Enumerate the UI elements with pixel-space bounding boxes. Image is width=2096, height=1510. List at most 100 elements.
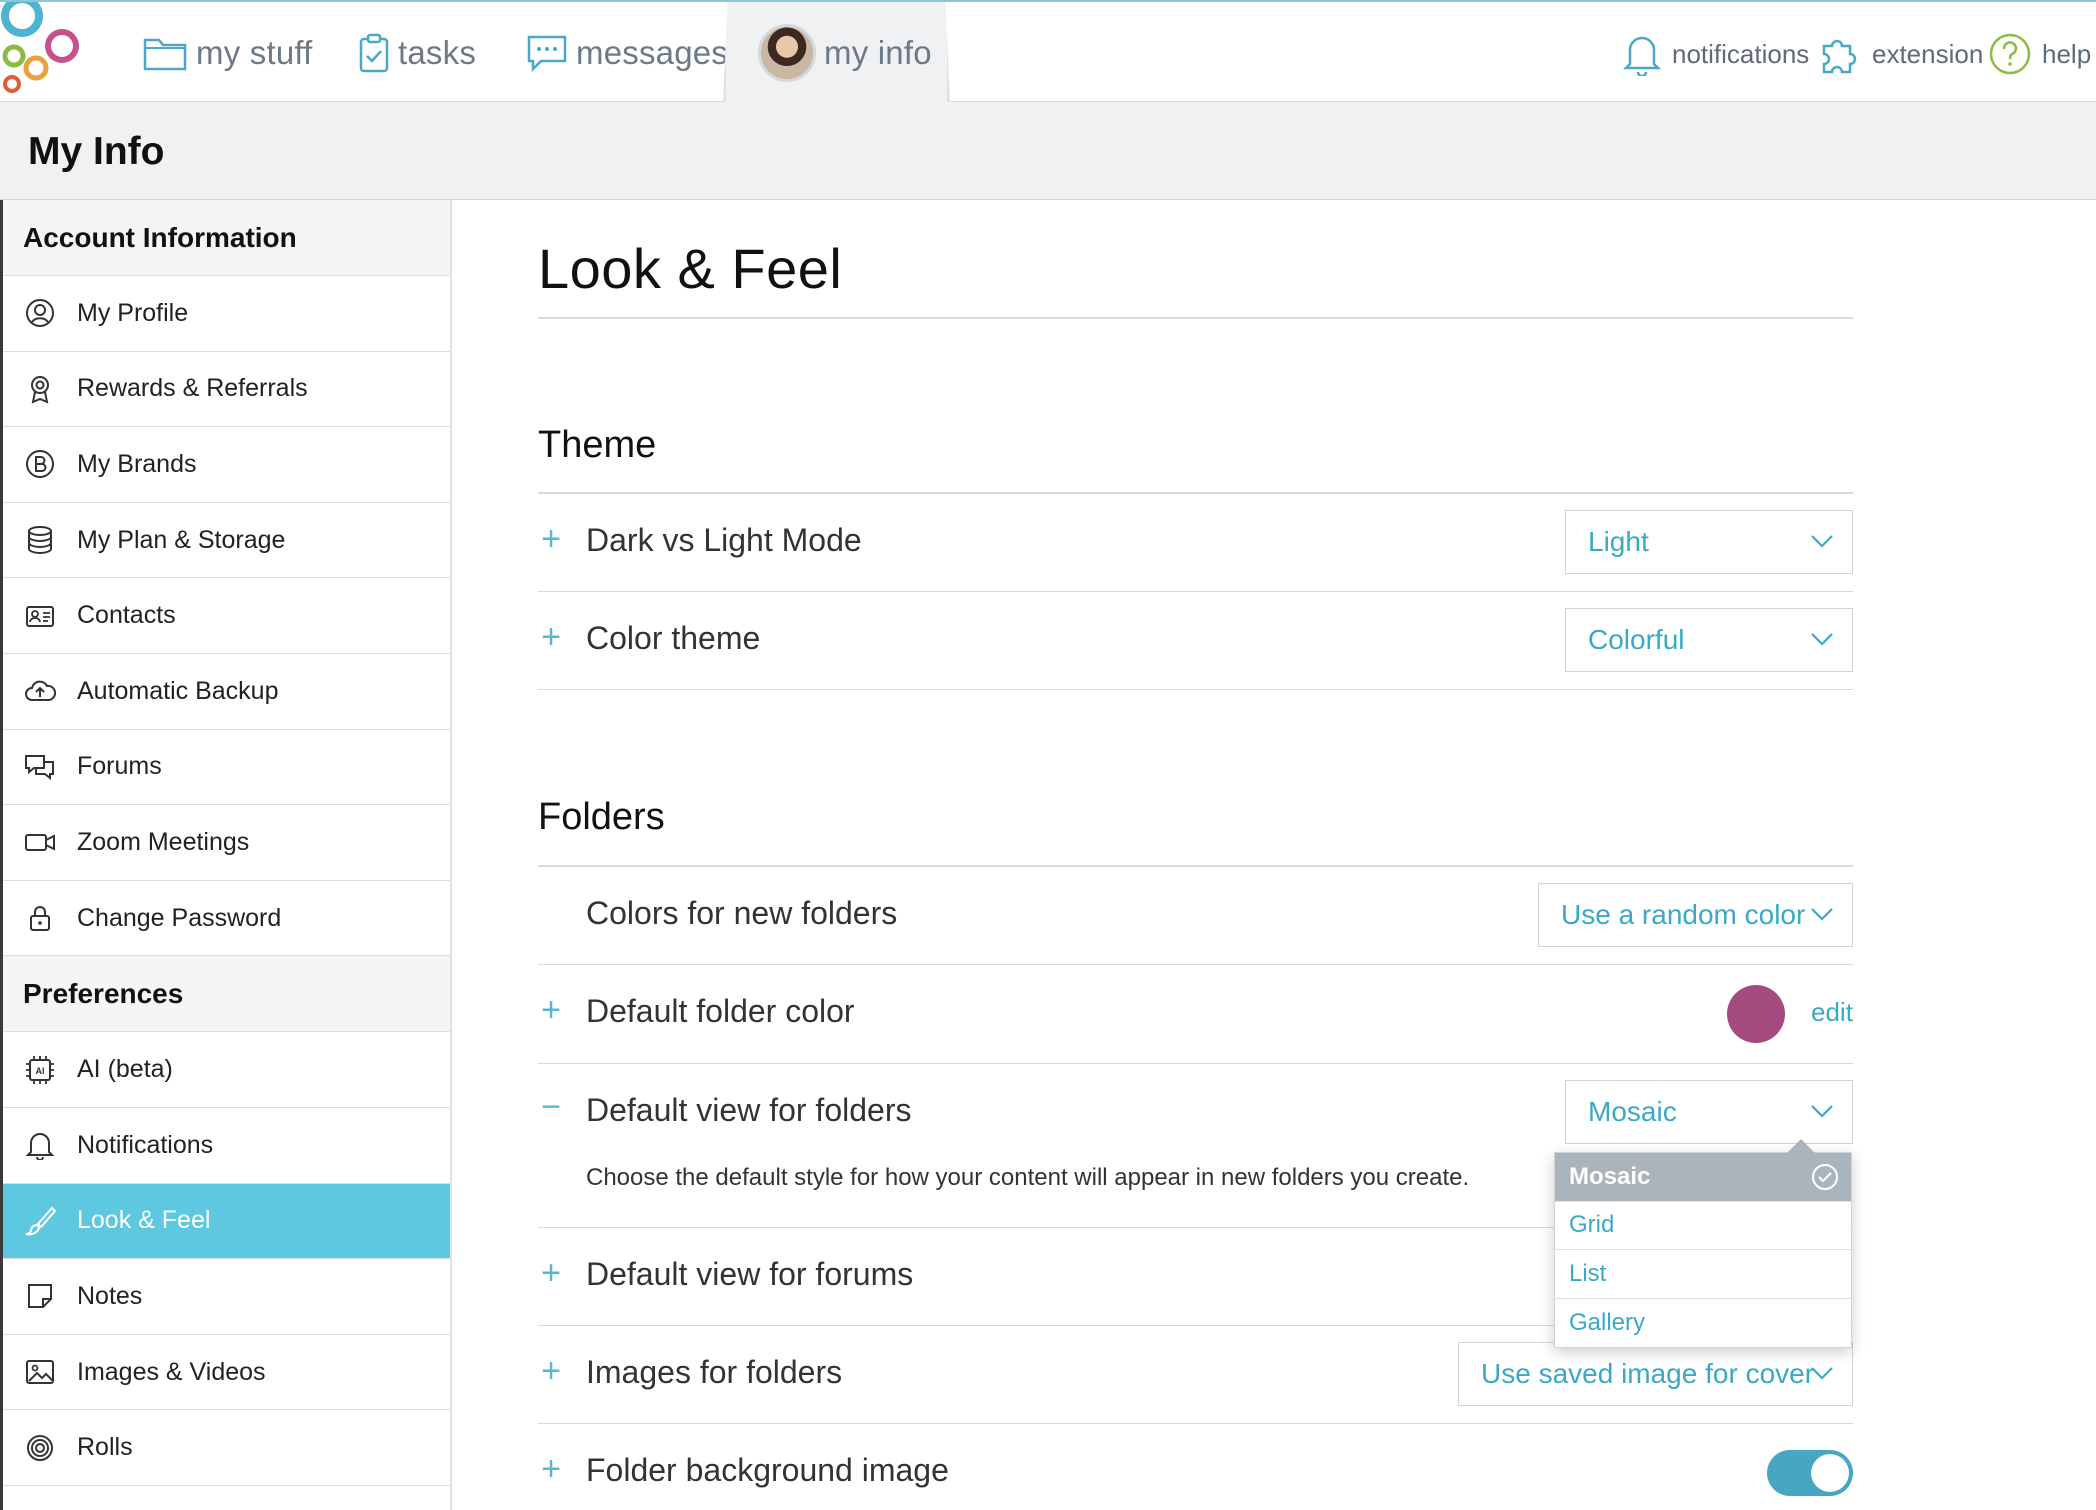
sidebar-item-label: Rolls	[77, 1433, 133, 1462]
expand-plus-icon[interactable]: +	[538, 618, 564, 657]
ai-chip-icon: AI	[23, 1053, 57, 1087]
toggle-knob	[1811, 1454, 1849, 1492]
dropdown-option-label: Gallery	[1569, 1308, 1646, 1336]
new-folder-colors-label: Colors for new folders	[586, 895, 898, 931]
folder-background-row: + Folder background image	[538, 1424, 1853, 1510]
nav-my-stuff[interactable]: my stuff	[142, 24, 313, 82]
folder-color-swatch[interactable]	[1727, 985, 1785, 1043]
cloud-upload-icon	[23, 674, 57, 708]
section-page-title: Look & Feel	[538, 237, 843, 300]
sidebar-item-label: Rewards & Referrals	[77, 374, 308, 403]
nav-tasks[interactable]: tasks	[358, 24, 476, 82]
expand-plus-icon[interactable]: +	[538, 1254, 564, 1293]
sidebar-item-label: Notifications	[77, 1130, 214, 1159]
sidebar-item-label: My Plan & Storage	[77, 525, 286, 554]
contact-card-icon	[23, 599, 57, 633]
sidebar-item-ai-beta[interactable]: AI AI (beta)	[3, 1032, 450, 1108]
check-circle-icon	[1812, 1164, 1838, 1190]
puzzle-icon	[1822, 39, 1857, 74]
brand-b-icon	[23, 447, 57, 481]
note-icon	[23, 1279, 57, 1313]
sidebar-item-zoom-meetings[interactable]: Zoom Meetings	[3, 805, 450, 881]
spiral-icon	[23, 1431, 57, 1465]
sidebar-item-change-password[interactable]: Change Password	[3, 881, 450, 957]
nav-my-info[interactable]: my info	[758, 24, 932, 82]
color-theme-select[interactable]: Colorful	[1565, 608, 1853, 672]
sidebar-item-rewards[interactable]: Rewards & Referrals	[3, 352, 450, 428]
sidebar-item-plan-storage[interactable]: My Plan & Storage	[3, 503, 450, 579]
expand-plus-icon[interactable]: +	[538, 520, 564, 559]
sidebar-item-images-videos[interactable]: Images & Videos	[3, 1335, 450, 1411]
default-view-folders-select[interactable]: Mosaic	[1565, 1080, 1853, 1144]
images-for-folders-label: Images for folders	[586, 1354, 843, 1390]
sidebar-item-automatic-backup[interactable]: Automatic Backup	[3, 654, 450, 730]
app-logo[interactable]	[0, 2, 90, 102]
bell-icon	[1622, 36, 1662, 76]
chat-bubble-icon	[527, 35, 567, 73]
sidebar-item-label: My Brands	[77, 449, 197, 478]
notifications-button[interactable]: notifications	[1622, 26, 1809, 82]
sidebar-item-label: Forums	[77, 752, 162, 781]
chevron-down-icon	[1811, 1105, 1833, 1118]
clipboard-check-icon	[359, 33, 389, 73]
sidebar-item-look-feel[interactable]: Look & Feel	[3, 1183, 450, 1260]
extension-label: extension	[1872, 38, 1984, 69]
folder-icon	[143, 38, 187, 71]
bell-icon	[23, 1128, 57, 1162]
default-view-dropdown-menu: Mosaic Grid List Gallery	[1554, 1139, 1852, 1348]
dropdown-option-label: Mosaic	[1569, 1162, 1651, 1190]
folders-heading: Folders	[538, 796, 665, 838]
expand-plus-icon[interactable]: +	[538, 1352, 564, 1391]
nav-tasks-label: tasks	[398, 34, 477, 71]
edit-folder-color-link[interactable]: edit	[1811, 997, 1853, 1028]
sidebar-item-forums[interactable]: Forums	[3, 730, 450, 806]
expand-plus-icon[interactable]: +	[538, 1450, 564, 1489]
new-folder-colors-value: Use a random color	[1561, 899, 1806, 930]
video-camera-icon	[23, 825, 57, 859]
lock-icon	[23, 901, 57, 935]
folder-background-label: Folder background image	[586, 1452, 949, 1488]
color-theme-label: Color theme	[586, 620, 761, 656]
dark-light-mode-select[interactable]: Light	[1565, 510, 1853, 574]
dropdown-option-label: Grid	[1569, 1211, 1615, 1239]
default-view-forums-label: Default view for forums	[586, 1256, 914, 1292]
sidebar-item-my-brands[interactable]: My Brands	[3, 427, 450, 503]
extension-button[interactable]: extension	[1818, 26, 1983, 82]
theme-heading: Theme	[538, 424, 657, 466]
help-button[interactable]: help	[1988, 26, 2091, 82]
sidebar-item-label: Notes	[77, 1281, 143, 1310]
nav-messages[interactable]: messages	[526, 24, 728, 82]
sidebar-item-notes[interactable]: Notes	[3, 1259, 450, 1335]
dropdown-option-grid[interactable]: Grid	[1555, 1202, 1851, 1250]
user-circle-icon	[23, 296, 57, 330]
svg-text:AI: AI	[36, 1066, 45, 1076]
default-folder-color-label: Default folder color	[586, 993, 855, 1029]
new-folder-colors-select[interactable]: Use a random color	[1538, 883, 1853, 947]
sidebar-item-rolls[interactable]: Rolls	[3, 1410, 450, 1486]
dropdown-option-mosaic[interactable]: Mosaic	[1555, 1153, 1851, 1202]
title-divider	[538, 317, 1853, 319]
images-for-folders-value: Use saved image for cover	[1481, 1358, 1815, 1389]
collapse-minus-icon[interactable]: −	[538, 1088, 564, 1127]
chevron-down-icon	[1811, 633, 1833, 646]
help-circle-icon	[1989, 33, 2031, 75]
images-for-folders-select[interactable]: Use saved image for cover	[1458, 1342, 1853, 1406]
sidebar-item-label: AI (beta)	[77, 1055, 173, 1084]
dropdown-option-gallery[interactable]: Gallery	[1555, 1299, 1851, 1348]
folder-background-toggle[interactable]	[1767, 1450, 1853, 1496]
color-theme-row: + Color theme Colorful	[538, 592, 1853, 690]
dropdown-option-list[interactable]: List	[1555, 1250, 1851, 1299]
chevron-down-icon	[1811, 1367, 1833, 1380]
dropdown-option-label: List	[1569, 1259, 1607, 1287]
sidebar-item-notifications[interactable]: Notifications	[3, 1108, 450, 1184]
default-view-folders-value: Mosaic	[1588, 1096, 1677, 1127]
sidebar-item-label: Look & Feel	[77, 1206, 211, 1235]
award-icon	[23, 372, 57, 406]
database-icon	[23, 523, 57, 557]
sidebar-item-my-profile[interactable]: My Profile	[3, 276, 450, 352]
forum-icon	[23, 750, 57, 784]
page-title: My Info	[28, 130, 165, 173]
sidebar-item-contacts[interactable]: Contacts	[3, 578, 450, 654]
expand-plus-icon[interactable]: +	[538, 991, 564, 1030]
default-view-folders-label: Default view for folders	[586, 1092, 912, 1128]
